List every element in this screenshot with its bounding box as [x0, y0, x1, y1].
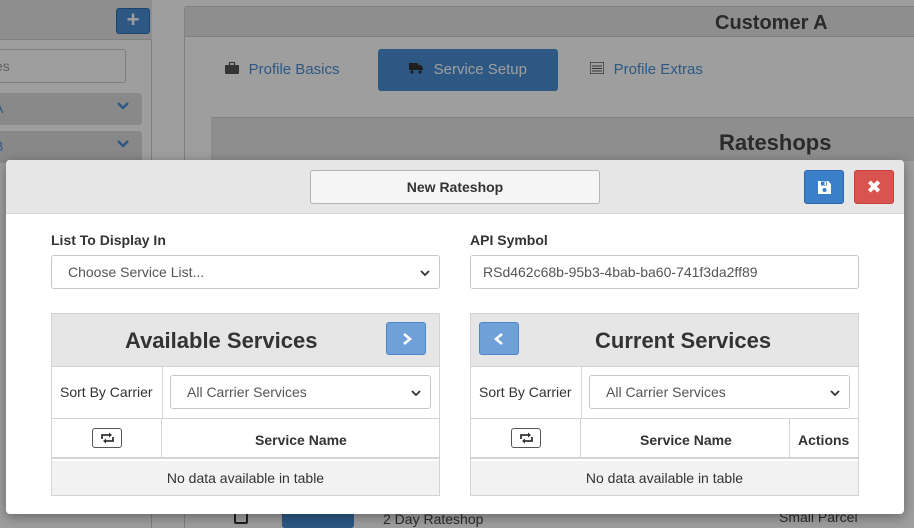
new-rateshop-modal: New Rateshop ✖ List To Display In Choose… — [6, 160, 904, 514]
current-empty-row: No data available in table — [471, 461, 858, 495]
current-services-title: Current Services — [595, 328, 772, 353]
current-services-header: Current Services — [471, 314, 858, 367]
available-services-panel: Available Services Sort By Carrier All C… — [51, 313, 440, 496]
chevron-left-icon — [492, 332, 506, 351]
sort-by-carrier-label: Sort By Carrier — [60, 384, 153, 400]
modal-header: New Rateshop ✖ — [6, 160, 904, 214]
divider — [161, 419, 162, 459]
select-value: All Carrier Services — [187, 384, 307, 400]
select-value: All Carrier Services — [606, 384, 726, 400]
list-display-label: List To Display In — [51, 232, 166, 248]
current-sort-row: Sort By Carrier All Carrier Services — [471, 367, 858, 419]
refresh-icon — [99, 431, 116, 450]
chevron-down-icon — [829, 386, 841, 402]
save-button[interactable] — [804, 170, 844, 204]
api-symbol-label: API Symbol — [470, 232, 548, 248]
available-carrier-select[interactable]: All Carrier Services — [170, 375, 431, 409]
refresh-icon — [518, 431, 535, 450]
service-name-column-header[interactable]: Service Name — [255, 432, 347, 448]
current-table-header: Service Name Actions — [471, 419, 858, 459]
select-value: Choose Service List... — [68, 264, 205, 280]
available-services-header: Available Services — [52, 314, 439, 367]
sort-by-carrier-label: Sort By Carrier — [479, 384, 572, 400]
available-table-header: Service Name — [52, 419, 439, 459]
chevron-right-icon — [400, 332, 414, 351]
floppy-disk-icon — [817, 180, 832, 200]
chevron-down-icon — [410, 386, 422, 402]
refresh-button[interactable] — [511, 428, 541, 448]
modal-title: New Rateshop — [310, 170, 600, 204]
remove-service-button[interactable] — [479, 322, 519, 355]
api-symbol-input[interactable]: RSd462c68b-95b3-4bab-ba60-741f3da2ff89 — [470, 255, 859, 289]
refresh-button[interactable] — [92, 428, 122, 448]
divider — [581, 367, 582, 419]
available-sort-row: Sort By Carrier All Carrier Services — [52, 367, 439, 419]
chevron-down-icon — [419, 266, 431, 282]
available-services-title: Available Services — [125, 328, 318, 353]
divider — [580, 419, 581, 459]
available-empty-row: No data available in table — [52, 461, 439, 495]
divider — [789, 419, 790, 459]
service-name-column-header[interactable]: Service Name — [640, 432, 732, 448]
current-carrier-select[interactable]: All Carrier Services — [589, 375, 850, 409]
divider — [162, 367, 163, 419]
close-button[interactable]: ✖ — [854, 170, 894, 204]
add-service-button[interactable] — [386, 322, 426, 355]
current-services-panel: Current Services Sort By Carrier All Car… — [470, 313, 859, 496]
actions-column-header: Actions — [798, 432, 850, 448]
service-list-select[interactable]: Choose Service List... — [51, 255, 440, 289]
